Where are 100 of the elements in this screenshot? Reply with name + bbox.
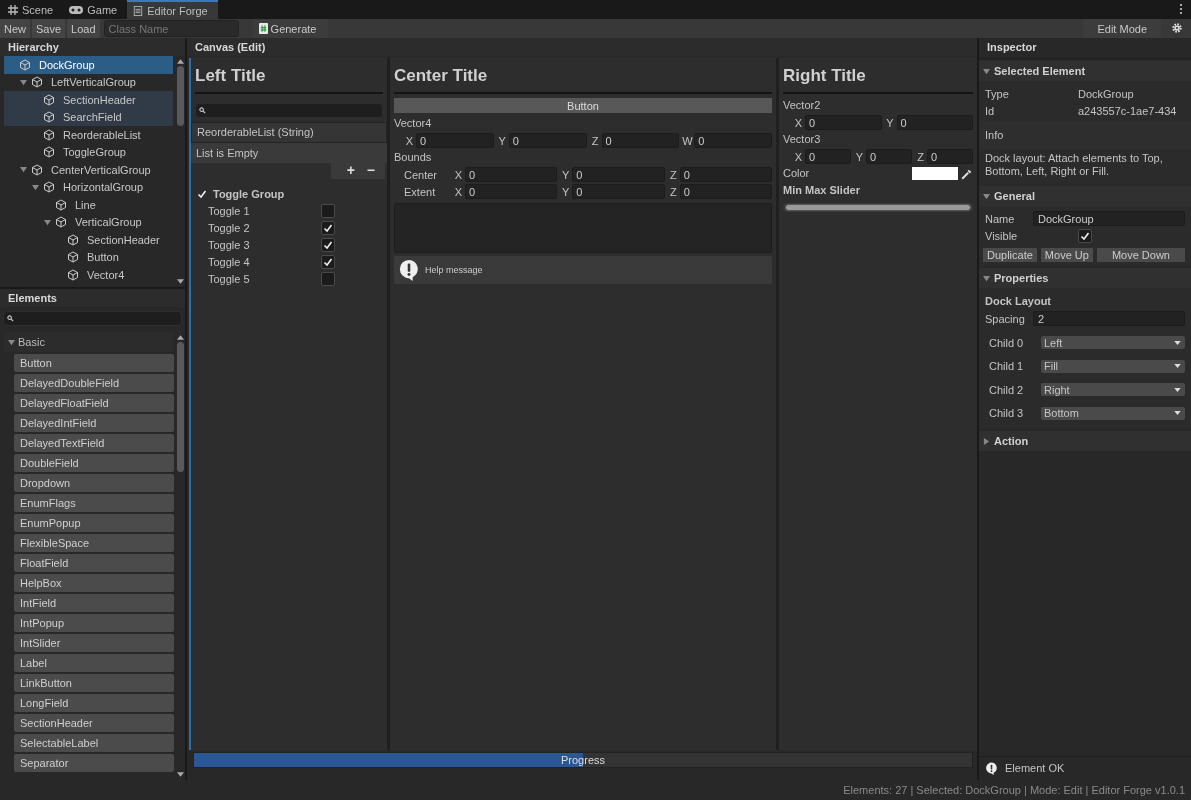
number-field[interactable]: 0 bbox=[572, 167, 665, 182]
hierarchy-item[interactable]: Vector4 bbox=[4, 266, 173, 284]
element-button[interactable]: FlexibleSpace bbox=[14, 534, 174, 552]
element-button[interactable]: HelpBox bbox=[14, 574, 174, 592]
generate-button[interactable]: Generate bbox=[252, 19, 329, 38]
scrollbar-thumb[interactable] bbox=[176, 342, 184, 472]
element-button[interactable]: FloatField bbox=[14, 554, 174, 572]
element-button[interactable]: Label bbox=[14, 654, 174, 672]
hierarchy-item[interactable]: Line bbox=[4, 196, 173, 214]
toolbar-button[interactable]: New bbox=[0, 19, 30, 38]
action-button[interactable]: Duplicate bbox=[983, 248, 1037, 262]
scroll-up-icon[interactable] bbox=[176, 59, 184, 64]
expand-arrow-icon[interactable] bbox=[20, 166, 27, 174]
element-button[interactable]: IntSlider bbox=[14, 634, 174, 652]
number-field[interactable]: 0 bbox=[465, 184, 558, 199]
section-title: Center Title bbox=[394, 65, 489, 87]
element-button[interactable]: Button bbox=[14, 354, 174, 372]
hierarchy-item[interactable]: ToggleGroup bbox=[4, 143, 173, 161]
element-button[interactable]: DelayedTextField bbox=[14, 434, 174, 452]
checkbox[interactable] bbox=[321, 203, 335, 218]
element-button[interactable]: SelectableLabel bbox=[14, 734, 174, 752]
number-field[interactable]: 0 bbox=[601, 133, 680, 148]
element-button[interactable]: Dropdown bbox=[14, 474, 174, 492]
element-button[interactable]: DoubleField bbox=[14, 454, 174, 472]
section-header[interactable]: Action bbox=[979, 431, 1191, 451]
expand-arrow-icon[interactable] bbox=[32, 183, 39, 191]
hierarchy-item[interactable]: VerticalGroup bbox=[4, 213, 173, 231]
number-field[interactable]: 0 bbox=[465, 167, 558, 182]
color-swatch[interactable] bbox=[912, 167, 958, 180]
axis-label: X bbox=[404, 134, 413, 147]
element-button[interactable]: LongField bbox=[14, 694, 174, 712]
hierarchy-item[interactable]: Button bbox=[4, 248, 173, 266]
dropdown[interactable]: Right bbox=[1041, 383, 1185, 397]
number-field[interactable]: 0 bbox=[679, 184, 772, 199]
element-button[interactable]: DelayedFloatField bbox=[14, 394, 174, 412]
checkbox[interactable] bbox=[321, 271, 335, 286]
category-header[interactable]: Basic bbox=[4, 332, 173, 352]
scroll-down-icon[interactable] bbox=[176, 279, 184, 284]
spacing-field[interactable]: 2 bbox=[1033, 311, 1185, 326]
window-tab[interactable]: Scene bbox=[2, 0, 64, 19]
number-field[interactable]: 0 bbox=[805, 149, 851, 164]
hierarchy-item[interactable]: SectionHeader bbox=[4, 231, 173, 249]
element-button[interactable]: EnumFlags bbox=[14, 494, 174, 512]
expand-arrow-icon[interactable] bbox=[20, 78, 27, 86]
number-field[interactable]: 0 bbox=[866, 149, 912, 164]
window-tab[interactable]: Game bbox=[63, 0, 128, 19]
menu-icon[interactable] bbox=[1179, 3, 1183, 15]
hierarchy-item[interactable]: DockGroup bbox=[4, 56, 173, 74]
toolbar-button[interactable]: Save bbox=[32, 19, 66, 38]
settings-icon[interactable] bbox=[1171, 22, 1183, 34]
number-field[interactable]: 0 bbox=[927, 149, 973, 164]
action-button[interactable]: Move Down bbox=[1096, 248, 1185, 262]
hierarchy-item[interactable]: CenterVerticalGroup bbox=[4, 161, 173, 179]
action-button[interactable]: Move Up bbox=[1040, 248, 1093, 262]
number-field[interactable]: 0 bbox=[694, 133, 772, 148]
dropdown[interactable]: Left bbox=[1041, 336, 1185, 350]
eyedropper-icon[interactable] bbox=[961, 167, 973, 180]
name-field[interactable]: DockGroup bbox=[1033, 211, 1185, 226]
number-field[interactable]: 0 bbox=[679, 167, 772, 182]
section-header[interactable]: Properties bbox=[979, 268, 1191, 288]
scroll-up-icon[interactable] bbox=[176, 335, 184, 340]
toolbar-button[interactable]: Load bbox=[67, 19, 100, 38]
checkbox[interactable] bbox=[1078, 228, 1092, 243]
window-tab[interactable]: Editor Forge bbox=[127, 0, 218, 19]
element-button[interactable]: LinkButton bbox=[14, 674, 174, 692]
scrollbar-thumb[interactable] bbox=[176, 66, 184, 126]
element-button[interactable]: IntField bbox=[14, 594, 174, 612]
expand-arrow-icon bbox=[983, 192, 990, 200]
dropdown[interactable]: Bottom bbox=[1041, 406, 1185, 420]
element-button[interactable]: IntPopup bbox=[14, 614, 174, 632]
element-button[interactable]: EnumPopup bbox=[14, 514, 174, 532]
element-button[interactable]: SectionHeader bbox=[14, 714, 174, 732]
edit-mode-button[interactable]: Edit Mode bbox=[1083, 19, 1161, 38]
number-field[interactable]: 0 bbox=[805, 115, 882, 130]
scroll-down-icon[interactable] bbox=[176, 772, 184, 777]
hierarchy-item[interactable]: HorizontalGroup bbox=[4, 178, 173, 196]
number-field[interactable]: 0 bbox=[896, 115, 973, 130]
section-header[interactable]: General bbox=[979, 186, 1191, 206]
hierarchy-item[interactable]: LeftVerticalGroup bbox=[4, 73, 173, 91]
add-button[interactable]: + bbox=[342, 163, 359, 177]
search-field[interactable] bbox=[195, 103, 383, 118]
hierarchy-item[interactable]: ReorderableList bbox=[4, 126, 173, 144]
search-field[interactable] bbox=[3, 311, 182, 326]
hierarchy-item[interactable]: SectionHeader bbox=[4, 91, 173, 109]
element-button[interactable]: DelayedIntField bbox=[14, 414, 174, 432]
section-header[interactable]: Selected Element bbox=[979, 61, 1191, 81]
checkbox[interactable] bbox=[321, 254, 335, 269]
remove-button[interactable]: − bbox=[362, 163, 379, 177]
element-button[interactable]: Separator bbox=[14, 754, 174, 772]
number-field[interactable]: 0 bbox=[508, 133, 587, 148]
class-name-field[interactable]: Class Name bbox=[103, 20, 239, 37]
expand-arrow-icon[interactable] bbox=[44, 218, 51, 226]
button[interactable]: Button bbox=[394, 98, 772, 113]
checkbox[interactable] bbox=[321, 220, 335, 235]
element-button[interactable]: DelayedDoubleField bbox=[14, 374, 174, 392]
number-field[interactable]: 0 bbox=[416, 133, 494, 148]
dropdown[interactable]: Fill bbox=[1041, 359, 1185, 373]
number-field[interactable]: 0 bbox=[572, 184, 665, 199]
cube-icon bbox=[31, 76, 43, 89]
checkbox[interactable] bbox=[321, 237, 335, 252]
